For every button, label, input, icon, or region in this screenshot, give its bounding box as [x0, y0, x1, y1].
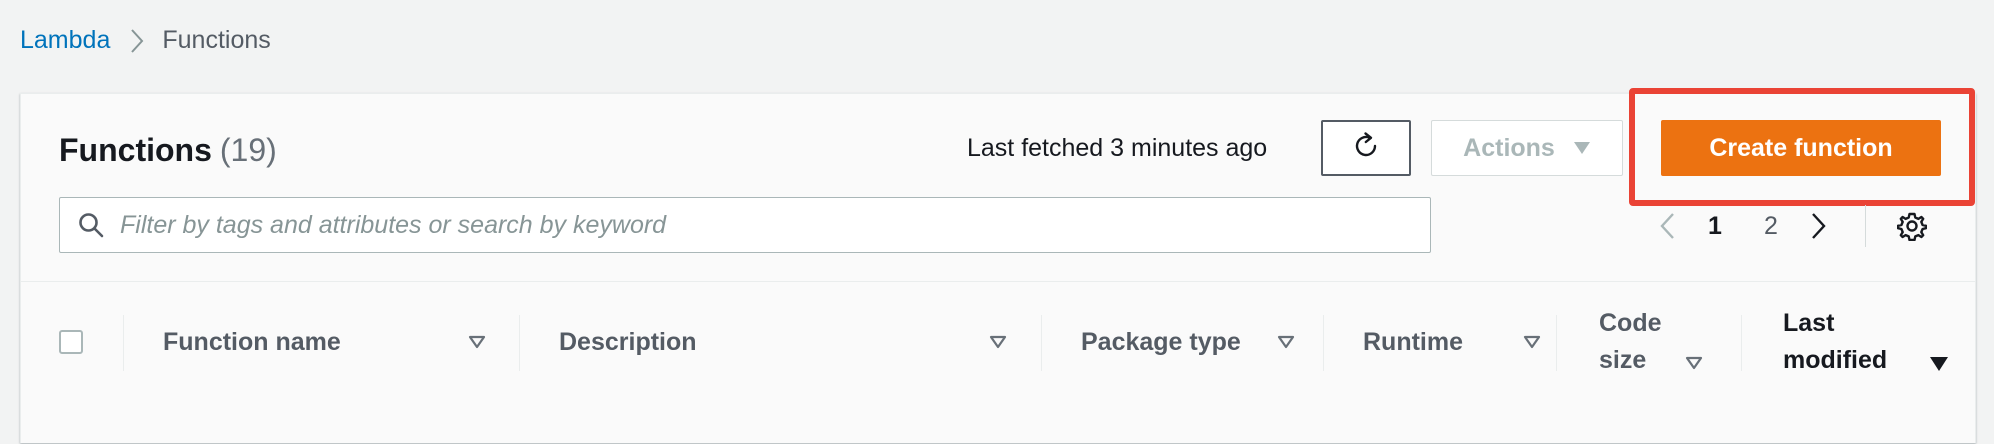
actions-label: Actions — [1463, 133, 1555, 162]
function-count: (19) — [219, 132, 277, 168]
settings-gear-icon[interactable] — [1892, 211, 1932, 241]
column-header-function-name[interactable]: Function name — [163, 282, 513, 402]
column-divider — [1556, 315, 1557, 371]
search-box — [59, 197, 1431, 253]
select-all-checkbox[interactable] — [59, 330, 83, 354]
search-icon — [78, 212, 104, 238]
sort-icon[interactable] — [1523, 335, 1541, 349]
sort-icon[interactable] — [989, 335, 1007, 349]
column-divider — [1741, 315, 1742, 371]
refresh-button[interactable] — [1321, 120, 1411, 176]
chevron-left-icon[interactable] — [1647, 212, 1687, 240]
column-label: Function name — [163, 327, 341, 356]
column-header-package-type[interactable]: Package type — [1081, 282, 1321, 402]
search-input[interactable] — [120, 210, 1410, 240]
panel-header: Functions (19) Last fetched 3 minutes ago… — [21, 88, 1975, 282]
column-label: Last modified — [1783, 305, 1887, 379]
page-1[interactable]: 1 — [1687, 212, 1743, 241]
chevron-right-icon[interactable] — [1799, 212, 1839, 240]
sort-icon[interactable] — [1277, 335, 1295, 349]
column-header-runtime[interactable]: Runtime — [1363, 282, 1563, 402]
breadcrumb-lambda-link[interactable]: Lambda — [20, 26, 110, 55]
chevron-right-icon — [130, 28, 144, 54]
caret-down-icon — [1573, 141, 1591, 155]
column-header-description[interactable]: Description — [559, 282, 1039, 402]
sort-icon[interactable] — [468, 335, 486, 349]
column-label: Code size — [1599, 305, 1662, 379]
functions-panel: Functions (19) Last fetched 3 minutes ago… — [20, 88, 1976, 444]
column-label: Runtime — [1363, 327, 1463, 356]
refresh-icon — [1350, 130, 1382, 167]
column-label-line: Last — [1783, 309, 1835, 337]
column-label-line: size — [1599, 346, 1647, 374]
pagination-divider — [1865, 205, 1866, 247]
last-fetched-text: Last fetched 3 minutes ago — [967, 134, 1268, 162]
panel-title: Functions (19) — [59, 132, 277, 169]
column-label-line: Code — [1599, 309, 1662, 337]
column-label-line: modified — [1783, 346, 1888, 374]
table-header: Function name Description Package type R… — [21, 281, 1975, 444]
column-divider — [123, 315, 124, 371]
column-header-last-modified[interactable]: Last modified — [1783, 282, 1963, 402]
breadcrumb-current: Functions — [162, 26, 271, 54]
sort-descending-icon[interactable] — [1929, 356, 1949, 372]
column-label: Description — [559, 327, 697, 356]
column-divider — [519, 315, 520, 371]
panel-title-text: Functions — [59, 132, 212, 168]
column-header-code-size[interactable]: Code size — [1599, 282, 1729, 402]
breadcrumb: Lambda Functions — [20, 26, 271, 55]
column-label: Package type — [1081, 327, 1241, 356]
pagination: 1 2 — [1647, 204, 1932, 248]
column-divider — [1323, 315, 1324, 371]
column-divider — [1041, 315, 1042, 371]
page-2[interactable]: 2 — [1743, 212, 1799, 241]
create-function-button[interactable]: Create function — [1661, 120, 1941, 176]
sort-icon[interactable] — [1685, 356, 1703, 370]
actions-dropdown[interactable]: Actions — [1431, 120, 1623, 176]
